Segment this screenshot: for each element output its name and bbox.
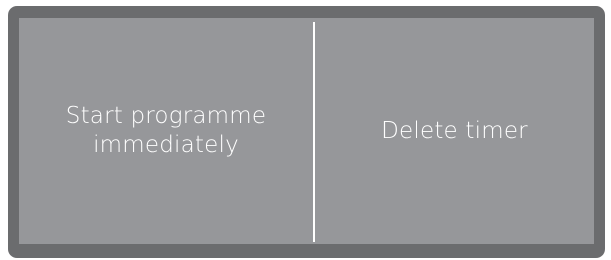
start-programme-immediately-label: Start programme immediately [66,102,266,160]
start-programme-label-line-2: immediately [93,132,239,158]
display-screen: Start programme immediately Delete timer [19,18,594,244]
start-programme-label-line-1: Start programme [65,103,267,130]
start-programme-immediately-button[interactable]: Start programme immediately [19,18,313,244]
delete-timer-button[interactable]: Delete timer [315,18,594,244]
delete-timer-label: Delete timer [381,117,528,144]
